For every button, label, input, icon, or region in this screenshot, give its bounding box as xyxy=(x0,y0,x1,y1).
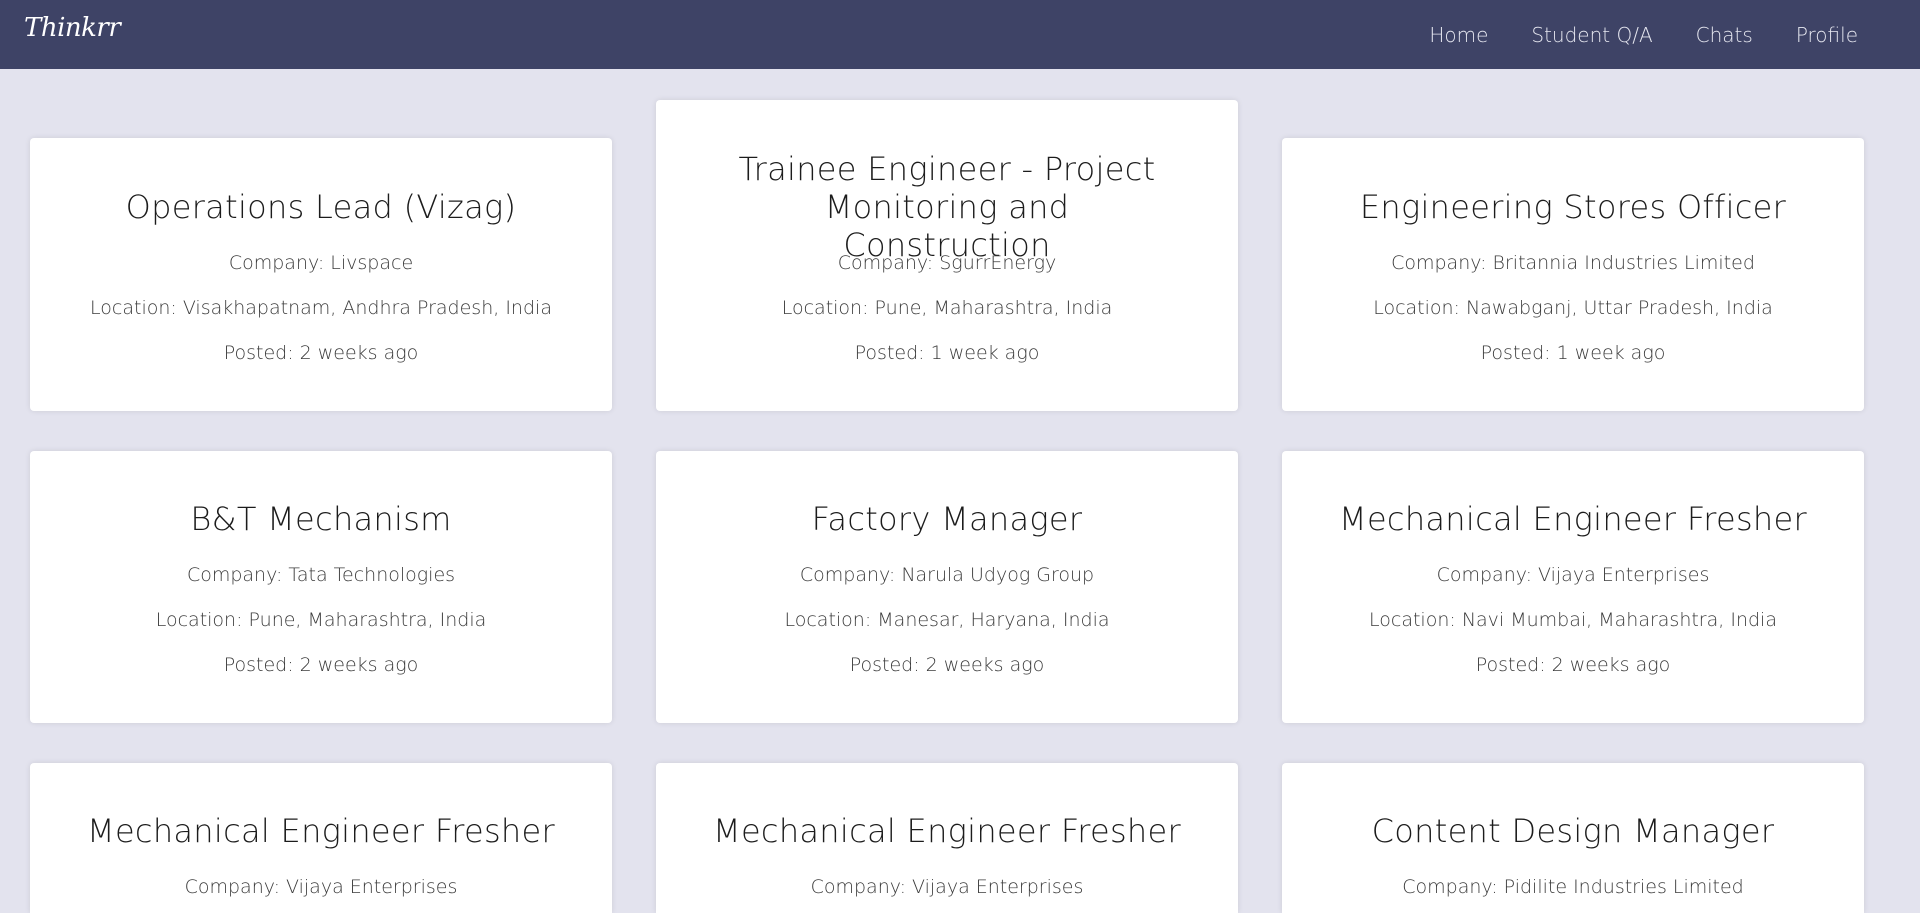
job-posted: Posted: 2 weeks ago xyxy=(223,654,419,676)
job-location: Location: Pune, Maharashtra, India xyxy=(155,609,487,631)
job-location: Location: Navi Mumbai, Maharashtra, Indi… xyxy=(1369,609,1777,631)
job-company: Company: Vijaya Enterprises xyxy=(1436,564,1710,586)
job-company: Company: Vijaya Enterprises xyxy=(184,876,458,898)
job-company: Company: SgurrEnergy xyxy=(837,252,1057,274)
job-card[interactable]: Trainee Engineer - Project Monitoring an… xyxy=(656,100,1238,411)
job-posted: Posted: 2 weeks ago xyxy=(223,342,419,364)
nav-chats-link[interactable]: Chats xyxy=(1696,23,1753,47)
job-location: Location: Manesar, Haryana, India xyxy=(784,609,1110,631)
nav-profile-link[interactable]: Profile xyxy=(1796,23,1858,47)
job-title: Content Design Manager xyxy=(1371,812,1775,850)
job-posted: Posted: 2 weeks ago xyxy=(1475,654,1671,676)
job-card[interactable]: Mechanical Engineer Fresher Company: Vij… xyxy=(1282,451,1864,723)
job-company: Company: Livspace xyxy=(228,252,414,274)
job-title: Mechanical Engineer Fresher xyxy=(87,812,555,850)
job-title: Factory Manager xyxy=(811,500,1083,538)
job-title: Mechanical Engineer Fresher xyxy=(713,812,1181,850)
job-title: B&T Mechanism xyxy=(190,500,452,538)
job-title: Mechanical Engineer Fresher xyxy=(1339,500,1807,538)
job-title: Engineering Stores Officer xyxy=(1359,188,1787,226)
job-posted: Posted: 1 week ago xyxy=(1480,342,1666,364)
job-company: Company: Pidilite Industries Limited xyxy=(1402,876,1744,898)
job-posted: Posted: 1 week ago xyxy=(854,342,1040,364)
job-location: Location: Nawabganj, Uttar Pradesh, Indi… xyxy=(1373,297,1773,319)
top-navbar: Thinkrr Home Student Q/A Chats Profile xyxy=(0,0,1920,69)
brand-logo[interactable]: Thinkrr xyxy=(24,13,121,43)
job-company: Company: Tata Technologies xyxy=(186,564,456,586)
job-company: Company: Narula Udyog Group xyxy=(799,564,1095,586)
job-card[interactable]: Engineering Stores Officer Company: Brit… xyxy=(1282,138,1864,411)
job-location: Location: Visakhapatnam, Andhra Pradesh,… xyxy=(90,297,552,319)
job-company: Company: Britannia Industries Limited xyxy=(1391,252,1755,274)
nav-home-link[interactable]: Home xyxy=(1429,23,1488,47)
job-card[interactable]: Mechanical Engineer Fresher Company: Vij… xyxy=(656,763,1238,913)
job-title: Operations Lead (Vizag) xyxy=(125,188,517,226)
job-card[interactable]: Factory Manager Company: Narula Udyog Gr… xyxy=(656,451,1238,723)
job-location: Location: Pune, Maharashtra, India xyxy=(781,297,1113,319)
job-card[interactable]: Operations Lead (Vizag) Company: Livspac… xyxy=(30,138,612,411)
job-company: Company: Vijaya Enterprises xyxy=(810,876,1084,898)
nav-links: Home Student Q/A Chats Profile xyxy=(1429,0,1920,69)
job-card[interactable]: Mechanical Engineer Fresher Company: Vij… xyxy=(30,763,612,913)
job-card[interactable]: Content Design Manager Company: Pidilite… xyxy=(1282,763,1864,913)
job-card[interactable]: B&T Mechanism Company: Tata Technologies… xyxy=(30,451,612,723)
nav-student-qa-link[interactable]: Student Q/A xyxy=(1531,23,1652,47)
job-title: Trainee Engineer - Project Monitoring an… xyxy=(738,150,1156,264)
job-posted: Posted: 2 weeks ago xyxy=(849,654,1045,676)
